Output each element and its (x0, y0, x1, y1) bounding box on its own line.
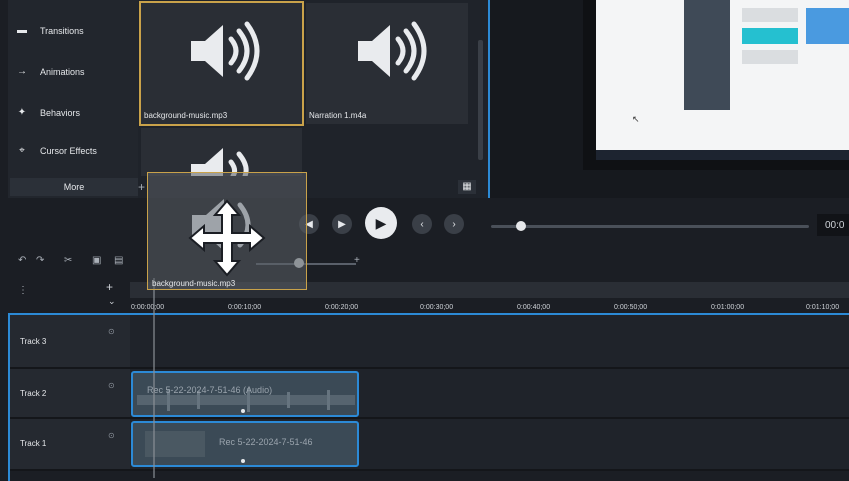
cut-icon[interactable]: ✂ (64, 255, 72, 266)
ruler-label: 0:01:00;00 (711, 304, 745, 311)
drag-label: background-music.mp3 (152, 279, 236, 288)
canvas-block-accent (742, 28, 798, 44)
add-track-button[interactable]: + (106, 280, 113, 294)
clip-label: Rec 5-22-2024-7-51-46 (219, 437, 313, 447)
window-edge (0, 0, 8, 481)
canvas-block-blue (806, 8, 849, 44)
lock-icon[interactable]: ⊙ (108, 431, 115, 440)
play-button[interactable]: ▶ (365, 207, 397, 239)
video-clip[interactable]: Rec 5-22-2024-7-51-46 (131, 421, 359, 467)
speaker-icon (191, 21, 260, 81)
tools-panel: ▬ Transitions → Animations ✦ Behaviors ⌖… (0, 0, 138, 198)
canvas-block (742, 8, 798, 22)
tool-transitions[interactable]: ▬ Transitions (14, 20, 84, 42)
media-bin: background-music.mp3 Narration 1.m4a ▦ + (138, 0, 488, 198)
behaviors-icon: ✦ (17, 107, 27, 118)
media-item-narration[interactable]: Narration 1.m4a (306, 3, 468, 124)
media-item-third[interactable] (141, 128, 302, 176)
ruler-label: 0:00:20;00 (325, 304, 359, 311)
track-lane-3[interactable] (130, 315, 849, 367)
clip-label: Rec 5-22-2024-7-51-46 (Audio) (147, 385, 273, 395)
zoom-in-icon[interactable]: + (354, 255, 360, 266)
media-bin-scrollbar[interactable] (478, 40, 483, 160)
audio-clip[interactable]: Rec 5-22-2024-7-51-46 (Audio) (131, 371, 359, 417)
playhead[interactable] (153, 278, 155, 478)
cursor-icon: ⌖ (19, 145, 25, 156)
lock-icon[interactable]: ⊙ (108, 381, 115, 390)
canvas[interactable]: ↖ (596, 0, 849, 160)
media-item-background-music[interactable]: background-music.mp3 (139, 1, 304, 126)
paste-icon[interactable]: ▤ (114, 255, 123, 266)
lock-icon[interactable]: ⊙ (108, 327, 115, 336)
clip-handle[interactable] (241, 459, 245, 463)
tool-behaviors[interactable]: ✦ Behaviors (14, 102, 80, 124)
grid-view-icon[interactable]: ▦ (458, 180, 476, 194)
more-button[interactable]: More (10, 178, 138, 196)
ruler-label: 0:01:10;00 (806, 304, 840, 311)
tool-animations[interactable]: → Animations (14, 61, 85, 83)
timeline-footer (8, 471, 849, 481)
track-header-1[interactable]: Track 1 ⊙ (8, 419, 130, 469)
animations-icon: → (17, 66, 27, 77)
transitions-icon: ▬ (17, 25, 27, 36)
copy-icon[interactable]: ▣ (92, 255, 101, 266)
canvas-taskbar (596, 150, 849, 160)
track-options-icon[interactable]: ⋮ (18, 285, 28, 296)
track-header-3[interactable]: Track 3 ⊙ (8, 315, 130, 367)
speaker-icon (358, 21, 427, 81)
ruler-label: 0:00:00;00 (131, 304, 165, 311)
ruler-label: 0:00:30;00 (420, 304, 454, 311)
timeline-toolbar (8, 250, 849, 272)
cursor-icon: ↖ (632, 114, 640, 124)
step-forward-icon[interactable]: ▶ (332, 214, 352, 234)
timeline-focus-border (8, 315, 10, 481)
move-cursor-icon (188, 199, 266, 277)
ruler-label: 0:00:50;00 (614, 304, 648, 311)
drag-preview (147, 172, 307, 290)
tool-cursor-effects[interactable]: ⌖ Cursor Effects (14, 140, 97, 162)
scrub-bar[interactable] (491, 225, 809, 228)
next-icon[interactable]: › (444, 214, 464, 234)
media-item-label: background-music.mp3 (144, 111, 228, 120)
time-readout: 00:0 (817, 214, 849, 236)
clip-handle[interactable] (241, 409, 245, 413)
canvas-block (742, 50, 798, 64)
track-header-2[interactable]: Track 2 ⊙ (8, 369, 130, 417)
ruler-label: 0:00:10;00 (228, 304, 262, 311)
ruler-label: 0:00:40;00 (517, 304, 551, 311)
undo-icon[interactable]: ↶ (18, 255, 26, 266)
collapse-icon[interactable]: ⌄ (108, 296, 116, 307)
redo-icon[interactable]: ↷ (36, 255, 44, 266)
media-item-label: Narration 1.m4a (309, 111, 367, 120)
canvas-sidebar (684, 0, 730, 110)
scrub-knob[interactable] (516, 221, 526, 231)
previous-icon[interactable]: ‹ (412, 214, 432, 234)
